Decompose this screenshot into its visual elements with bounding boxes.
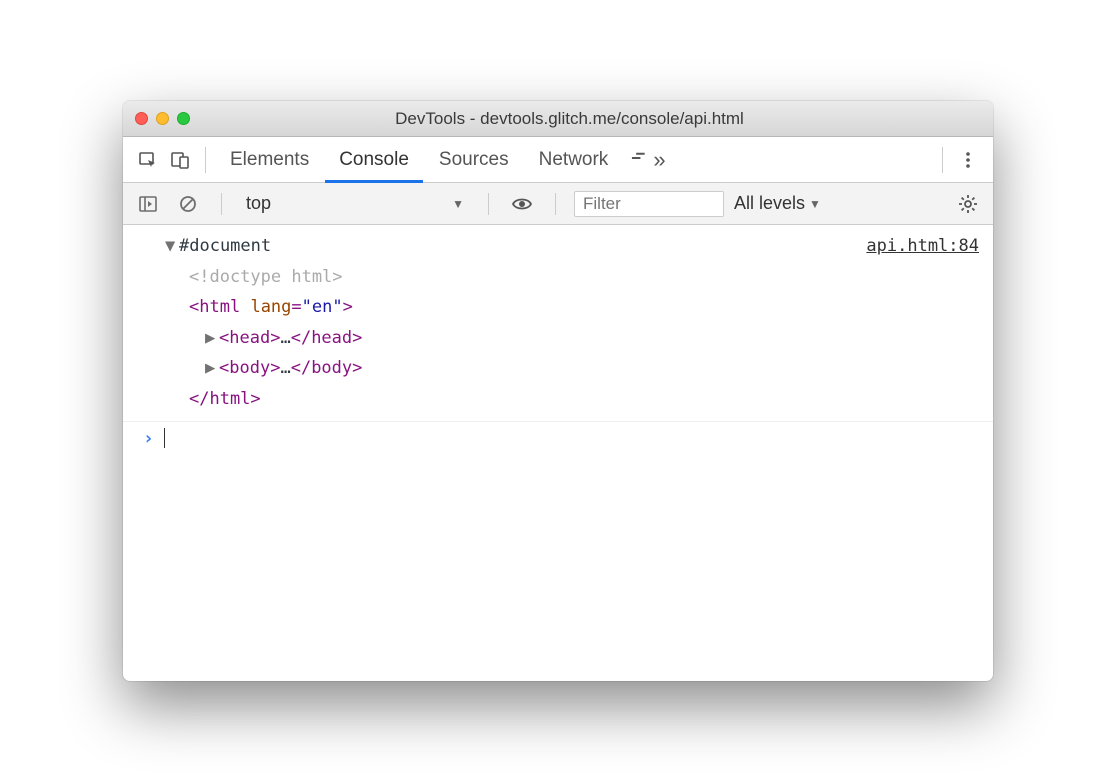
log-levels-selector[interactable]: All levels ▼ — [734, 193, 821, 214]
context-label: top — [246, 193, 271, 214]
tab-console[interactable]: Console — [325, 137, 423, 183]
divider — [488, 193, 489, 215]
clear-console-icon[interactable] — [173, 189, 203, 219]
console-prompt[interactable]: › — [123, 422, 993, 455]
chevron-down-icon: ▼ — [452, 197, 464, 211]
chevron-down-icon: ▼ — [809, 197, 821, 211]
console-toolbar: top ▼ All levels ▼ — [123, 183, 993, 225]
device-toggle-icon[interactable] — [165, 145, 195, 175]
close-window-button[interactable] — [135, 112, 148, 125]
divider — [221, 193, 222, 215]
disclosure-triangle-closed-icon[interactable]: ▶ — [205, 323, 219, 354]
node-label: <!doctype html> — [189, 267, 343, 287]
main-tabbar: Elements Console Sources Network » — [123, 137, 993, 183]
disclosure-triangle-closed-icon[interactable]: ▶ — [205, 353, 219, 384]
console-log-entry: api.html:84 ▼#document <!doctype html> <… — [123, 225, 993, 422]
tab-network[interactable]: Network — [525, 137, 623, 183]
prompt-chevron-icon: › — [143, 428, 154, 449]
levels-label: All levels — [734, 193, 805, 214]
console-settings-icon[interactable] — [953, 189, 983, 219]
tag-name: html — [199, 297, 240, 317]
window-title: DevTools - devtools.glitch.me/console/ap… — [158, 109, 981, 129]
kebab-menu-icon[interactable] — [953, 151, 983, 169]
attr-name: lang — [250, 297, 291, 317]
toggle-sidebar-icon[interactable] — [133, 189, 163, 219]
execution-context-selector[interactable]: top ▼ — [240, 193, 470, 214]
source-link[interactable]: api.html:84 — [866, 231, 979, 262]
divider — [942, 147, 943, 173]
live-expression-icon[interactable] — [507, 189, 537, 219]
tag-name: head — [311, 328, 352, 348]
console-output: api.html:84 ▼#document <!doctype html> <… — [123, 225, 993, 681]
inspect-element-icon[interactable] — [133, 145, 163, 175]
tab-label: Sources — [439, 149, 509, 171]
tag-name: body — [311, 358, 352, 378]
node-label: #document — [179, 236, 271, 256]
tag-name: body — [229, 358, 270, 378]
tab-elements[interactable]: Elements — [216, 137, 323, 183]
tab-label: Network — [539, 149, 609, 171]
tag-name: head — [229, 328, 270, 348]
ellipsis: … — [280, 358, 290, 378]
disclosure-triangle-open-icon[interactable]: ▼ — [165, 231, 179, 262]
ellipsis: … — [280, 328, 290, 348]
divider — [555, 193, 556, 215]
input-caret — [164, 428, 165, 448]
tab-label: Console — [339, 149, 409, 171]
filter-input[interactable] — [574, 191, 724, 217]
attr-value: "en" — [302, 297, 343, 317]
more-tabs-button[interactable]: » — [624, 147, 669, 173]
titlebar: DevTools - devtools.glitch.me/console/ap… — [123, 101, 993, 137]
tag-close: </html> — [189, 389, 261, 409]
tab-label: Elements — [230, 149, 309, 171]
tree-node-head[interactable]: ▶<head>…</head> — [165, 323, 981, 354]
tree-node-doctype[interactable]: <!doctype html> — [165, 262, 981, 293]
tree-node-html-close: </html> — [165, 384, 981, 415]
tree-node-body[interactable]: ▶<body>…</body> — [165, 353, 981, 384]
tree-node-html[interactable]: <html lang="en"> — [165, 292, 981, 323]
tab-sources[interactable]: Sources — [425, 137, 523, 183]
divider — [205, 147, 206, 173]
tree-node-document[interactable]: ▼#document — [165, 231, 981, 262]
devtools-window: DevTools - devtools.glitch.me/console/ap… — [123, 101, 993, 681]
